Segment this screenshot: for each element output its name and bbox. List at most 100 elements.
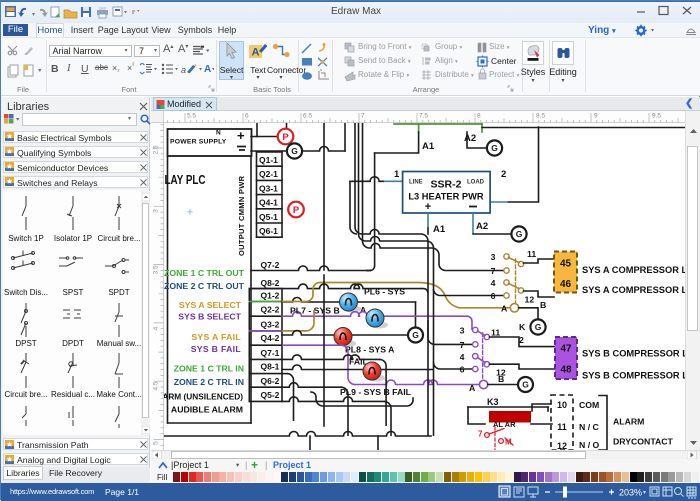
svg-text:47: 47 <box>560 344 572 355</box>
svg-text:Q3-1: Q3-1 <box>259 183 278 193</box>
svg-text:A: A <box>204 64 211 75</box>
svg-text:ZONE 1 C TRL OUT: ZONE 1 C TRL OUT <box>164 268 245 278</box>
svg-text:P: P <box>282 132 289 143</box>
svg-text:A1: A1 <box>433 224 446 235</box>
svg-text:8.5: 8.5 <box>536 113 545 120</box>
svg-text:9.5: 9.5 <box>652 113 661 120</box>
svg-text:12: 12 <box>525 295 535 305</box>
svg-text:K: K <box>519 322 526 332</box>
svg-text:ALARM: ALARM <box>613 417 644 427</box>
svg-text:7: 7 <box>460 340 465 350</box>
svg-text:3: 3 <box>460 326 465 336</box>
svg-text:A1: A1 <box>422 141 435 152</box>
svg-text:N / O: N / O <box>579 440 600 450</box>
svg-text:SYS B SELECT: SYS B SELECT <box>178 312 241 322</box>
svg-text:2: 2 <box>501 169 506 180</box>
svg-text:A: A <box>501 304 508 314</box>
svg-text:AUDIBLE ALARM: AUDIBLE ALARM <box>171 405 243 415</box>
svg-text:11: 11 <box>557 422 567 432</box>
svg-text:Q2-1: Q2-1 <box>259 169 278 179</box>
svg-text:6: 6 <box>491 291 496 301</box>
svg-text:DPST: DPST <box>15 339 36 348</box>
svg-text:7: 7 <box>491 266 496 276</box>
svg-text:Residual c...: Residual c... <box>51 390 95 399</box>
svg-text:11: 11 <box>491 328 500 338</box>
svg-text:N / C: N / C <box>579 422 600 432</box>
svg-text:2.5: 2.5 <box>153 145 160 154</box>
svg-text:ZONE 2 C TRL OUT: ZONE 2 C TRL OUT <box>164 281 245 291</box>
svg-text:4: 4 <box>153 326 160 330</box>
svg-text:K3: K3 <box>487 397 499 407</box>
svg-text:Isolator 1P: Isolator 1P <box>54 234 92 243</box>
svg-text:5: 5 <box>153 441 160 445</box>
svg-text:Q6-1: Q6-1 <box>259 226 278 236</box>
svg-text:Q5-2: Q5-2 <box>261 390 280 400</box>
svg-text:SSR-2: SSR-2 <box>431 179 462 191</box>
svg-text:COM: COM <box>579 400 599 410</box>
svg-text:ZONE 1 C TRL IN: ZONE 1 C TRL IN <box>174 364 244 374</box>
svg-text:Q4-1: Q4-1 <box>259 198 278 208</box>
svg-text:LOAD: LOAD <box>467 180 485 186</box>
svg-text:POWER SUPPLY: POWER SUPPLY <box>170 139 227 146</box>
svg-text:46: 46 <box>560 279 572 290</box>
svg-text:OUTPUT CMMN PWR: OUTPUT CMMN PWR <box>237 175 246 256</box>
svg-text:N: N <box>216 130 221 137</box>
svg-text:SYS B COMPRESSOR L: SYS B COMPRESSOR L <box>582 349 685 359</box>
svg-text:PL7 - SYS B: PL7 - SYS B <box>290 306 340 316</box>
svg-text:G: G <box>491 143 498 153</box>
svg-text:6: 6 <box>245 113 249 120</box>
svg-text:SPST: SPST <box>63 288 84 297</box>
svg-text:LINE: LINE <box>409 180 423 186</box>
svg-text:B: B <box>540 300 546 310</box>
svg-text:Q4-2: Q4-2 <box>261 333 280 343</box>
svg-text:5.5: 5.5 <box>187 113 196 120</box>
svg-text:4: 4 <box>460 352 465 362</box>
svg-text:12: 12 <box>557 441 567 450</box>
svg-text:A: A <box>252 47 260 59</box>
svg-text:DRYCONTACT: DRYCONTACT <box>613 437 674 447</box>
svg-text:ZONE 2 C TRL IN: ZONE 2 C TRL IN <box>174 377 244 387</box>
svg-text:G: G <box>522 380 529 390</box>
svg-text:Q8-2: Q8-2 <box>261 278 280 288</box>
svg-text:G: G <box>535 322 542 332</box>
svg-text:8: 8 <box>477 113 481 120</box>
svg-text:A2: A2 <box>464 133 476 144</box>
svg-text:7: 7 <box>478 430 483 439</box>
svg-text:3: 3 <box>153 209 160 213</box>
svg-text:48: 48 <box>560 365 572 376</box>
svg-text:+: + <box>237 128 245 143</box>
svg-text:Circuit bre...: Circuit bre... <box>4 390 47 399</box>
svg-text:SYS B COMPRESSOR L: SYS B COMPRESSOR L <box>582 371 685 381</box>
svg-text:10: 10 <box>557 400 567 410</box>
svg-text:203%: 203% <box>619 488 642 498</box>
svg-text:6: 6 <box>460 365 465 375</box>
svg-text:3.5: 3.5 <box>153 265 160 274</box>
svg-text:G: G <box>516 229 523 239</box>
svg-text:4.5: 4.5 <box>153 381 160 390</box>
svg-text:45: 45 <box>560 259 572 270</box>
svg-text:SYS A COMPRESSOR L: SYS A COMPRESSOR L <box>582 285 685 295</box>
svg-text:Manual sw...: Manual sw... <box>97 339 141 348</box>
svg-text:SYS A SELECT: SYS A SELECT <box>179 300 242 310</box>
svg-text:A2: A2 <box>476 221 488 232</box>
svg-text:▾: ▾ <box>643 490 646 496</box>
svg-text:7.5: 7.5 <box>419 113 428 120</box>
svg-text:7: 7 <box>361 113 365 120</box>
svg-text:Circuit bre...: Circuit bre... <box>97 234 140 243</box>
svg-text:a: a <box>181 65 186 75</box>
svg-text:9: 9 <box>594 113 598 120</box>
svg-text:Q1-2: Q1-2 <box>261 291 280 301</box>
svg-text:11: 11 <box>527 249 536 259</box>
svg-text:SPDT: SPDT <box>108 288 129 297</box>
svg-text:L3 HEATER PWR: L3 HEATER PWR <box>408 192 484 202</box>
svg-text:Q7-2: Q7-2 <box>261 260 280 270</box>
svg-text:Q6-2: Q6-2 <box>261 376 280 386</box>
svg-text:1: 1 <box>394 169 400 180</box>
svg-text:Q3-2: Q3-2 <box>261 320 280 330</box>
svg-text:ARM (UNSILENCED): ARM (UNSILENCED) <box>164 392 243 402</box>
svg-text:Make Cont...: Make Cont... <box>96 390 141 399</box>
svg-text:PL6 - SYS: PL6 - SYS <box>364 287 405 297</box>
svg-text:Q1-1: Q1-1 <box>259 155 278 165</box>
svg-text:A: A <box>469 383 476 393</box>
svg-text:Q2-2: Q2-2 <box>261 305 280 315</box>
